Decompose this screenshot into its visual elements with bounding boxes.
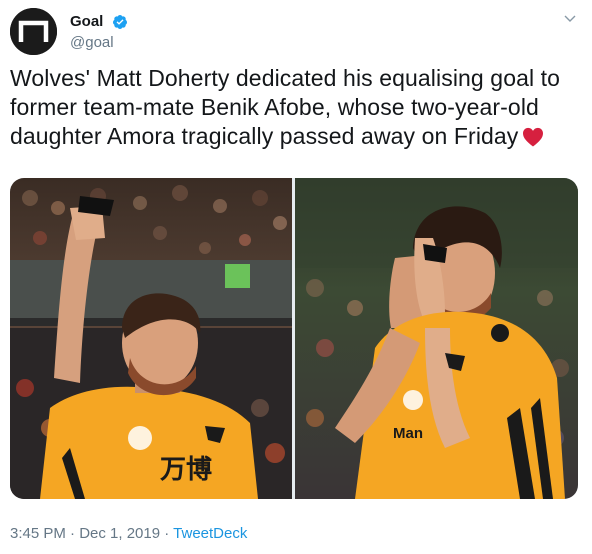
tweet-text-line: daughter Amora tragically passed away on… <box>10 122 582 151</box>
display-name[interactable]: Goal <box>70 13 103 31</box>
goal-logo-icon <box>10 8 57 55</box>
handle[interactable]: @goal <box>70 33 128 53</box>
svg-text:万博: 万博 <box>160 454 212 484</box>
verified-badge-icon <box>112 15 127 29</box>
meta-separator: · <box>160 525 174 542</box>
svg-text:Man: Man <box>393 425 423 442</box>
photo-left[interactable]: 万博 <box>10 178 292 499</box>
player-kissing-armband-photo: Man <box>295 178 578 499</box>
chevron-down-icon[interactable] <box>562 10 578 26</box>
tweet-text: Wolves' Matt Doherty dedicated his equal… <box>10 64 582 151</box>
tweet-text-line: former team-mate Benik Afobe, whose two-… <box>10 94 539 120</box>
tweet-meta: 3:45 PM · Dec 1, 2019 · TweetDeck <box>10 524 247 544</box>
red-heart-icon <box>523 127 544 147</box>
tweet-text-line: Wolves' Matt Doherty dedicated his equal… <box>10 65 561 91</box>
account-names: Goal @goal <box>70 13 128 53</box>
tweet-media[interactable]: 万博 Man <box>10 178 578 499</box>
avatar[interactable] <box>10 8 57 55</box>
tweet-header: Goal @goal <box>10 8 582 56</box>
player-pointing-photo: 万博 <box>10 178 292 499</box>
source-link[interactable]: TweetDeck <box>173 525 247 542</box>
tweet-text-span: daughter Amora tragically passed away on… <box>10 123 519 149</box>
timestamp[interactable]: 3:45 PM · Dec 1, 2019 <box>10 525 160 542</box>
photo-right[interactable]: Man <box>295 178 578 499</box>
